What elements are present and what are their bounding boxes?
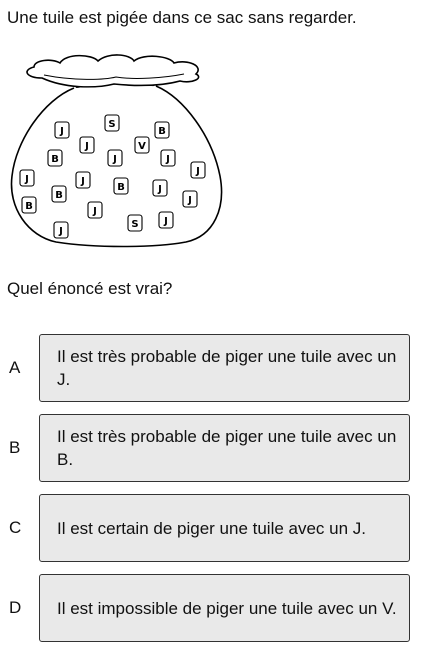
tile-letter-label: S bbox=[108, 119, 115, 130]
tile-letter-label: B bbox=[158, 126, 166, 137]
option-letter-a: A bbox=[9, 358, 21, 377]
tile-letter-label: J bbox=[163, 216, 168, 227]
letter-tile: B bbox=[47, 149, 63, 167]
tile-letter-label: B bbox=[51, 154, 59, 165]
bag-ruffle bbox=[26, 54, 200, 88]
tile-letter-label: J bbox=[84, 141, 89, 152]
option-d-button[interactable]: Il est impossible de piger une tuile ave… bbox=[39, 574, 410, 642]
tile-letter-label: J bbox=[187, 195, 192, 206]
tile-letter-label: J bbox=[165, 154, 170, 165]
letter-tile: J bbox=[182, 190, 198, 208]
prompt-text: Une tuile est pigée dans ce sac sans reg… bbox=[7, 8, 357, 27]
letter-tile: J bbox=[54, 121, 70, 139]
letter-tile: J bbox=[107, 149, 123, 167]
option-letter-c: C bbox=[9, 518, 22, 537]
tile-letter-label: J bbox=[80, 176, 85, 187]
option-a-button[interactable]: Il est très probable de piger une tuile … bbox=[39, 334, 410, 402]
tile-letter-label: J bbox=[195, 166, 200, 177]
tile-letter-label: J bbox=[92, 206, 97, 217]
tile-letter-label: J bbox=[24, 174, 29, 185]
option-c-button[interactable]: Il est certain de piger une tuile avec u… bbox=[39, 494, 410, 562]
option-letter-b: B bbox=[9, 438, 21, 457]
letter-tile: J bbox=[160, 149, 176, 167]
option-b-text: Il est très probable de piger une tuile … bbox=[57, 427, 397, 469]
letter-tile: J bbox=[75, 171, 91, 189]
letter-tile: J bbox=[152, 179, 168, 197]
letter-tile: V bbox=[134, 136, 150, 154]
letter-tile: B bbox=[154, 121, 170, 139]
letter-tile: B bbox=[21, 196, 37, 214]
tile-letter-label: V bbox=[138, 141, 146, 152]
bag-illustration: S J B J V B J J J J J B J B J B J S J J bbox=[10, 54, 223, 248]
option-d-text: Il est impossible de piger une tuile ave… bbox=[57, 598, 397, 618]
letter-tile: J bbox=[158, 211, 174, 229]
letter-tile: B bbox=[113, 177, 129, 195]
letter-tile: S bbox=[104, 114, 120, 132]
question-text: Quel énoncé est vrai? bbox=[7, 279, 173, 298]
letter-tile: S bbox=[127, 214, 143, 232]
option-b-button[interactable]: Il est très probable de piger une tuile … bbox=[39, 414, 410, 482]
tile-letter-label: J bbox=[58, 226, 63, 237]
letter-tile: J bbox=[53, 221, 69, 239]
letter-tile: J bbox=[19, 169, 35, 187]
tile-letter-label: J bbox=[157, 184, 162, 195]
tile-letter-label: S bbox=[131, 219, 138, 230]
tile-letter-label: J bbox=[59, 126, 64, 137]
option-c-text: Il est certain de piger une tuile avec u… bbox=[57, 518, 367, 538]
tile-letter-label: B bbox=[117, 182, 125, 193]
tile-letter-label: B bbox=[25, 201, 33, 212]
letter-tile: B bbox=[51, 185, 67, 203]
option-letter-d: D bbox=[9, 598, 22, 617]
tile-letter-label: B bbox=[55, 190, 63, 201]
letter-tile: J bbox=[190, 161, 206, 179]
option-a-text: Il est très probable de piger une tuile … bbox=[57, 347, 397, 389]
tile-letter-label: J bbox=[112, 154, 117, 165]
letter-tile: J bbox=[79, 136, 95, 154]
letter-tile: J bbox=[87, 201, 103, 219]
